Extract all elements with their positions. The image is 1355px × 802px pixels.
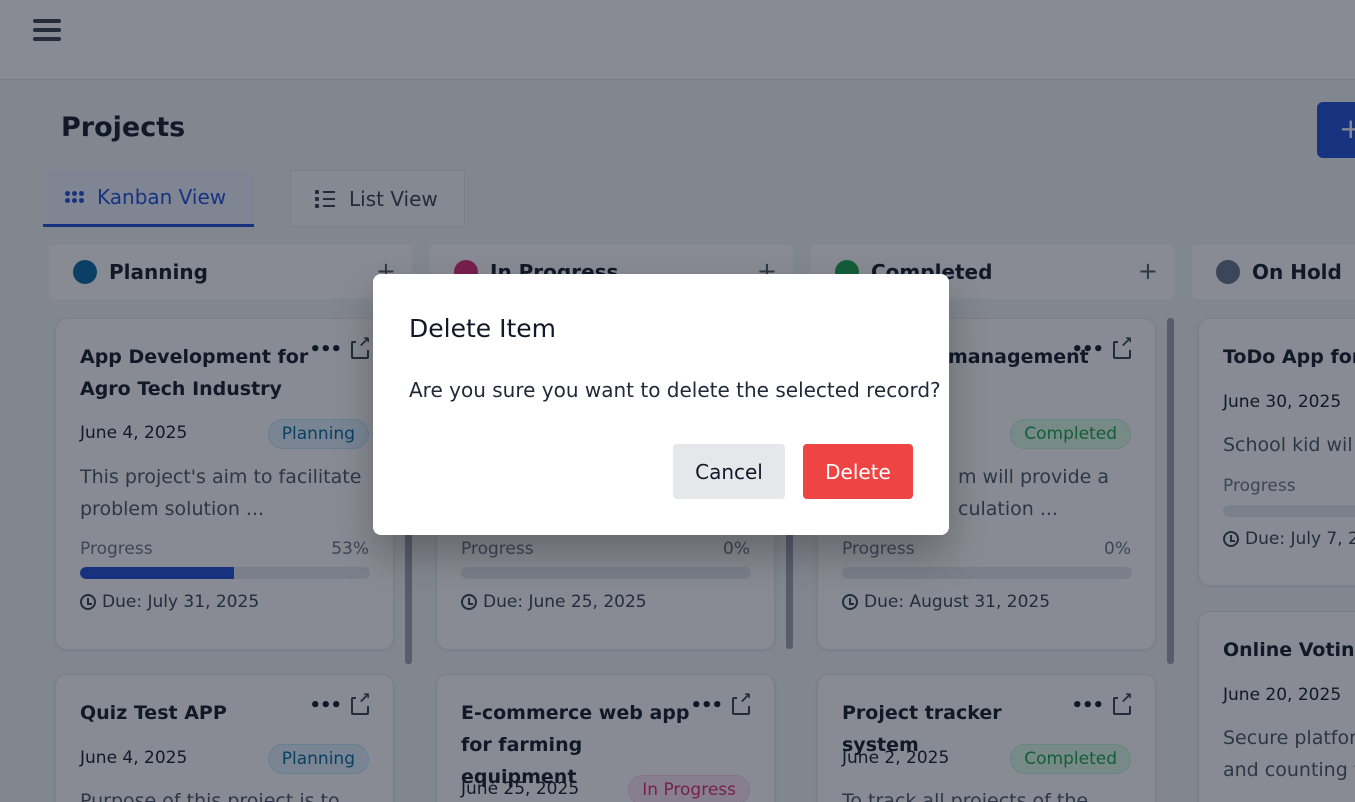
delete-confirm-dialog: Delete Item Are you sure you want to del… — [373, 274, 949, 535]
dialog-message: Are you sure you want to delete the sele… — [409, 378, 941, 402]
delete-button[interactable]: Delete — [803, 444, 913, 499]
dialog-title: Delete Item — [409, 314, 556, 343]
cancel-button[interactable]: Cancel — [673, 444, 785, 499]
